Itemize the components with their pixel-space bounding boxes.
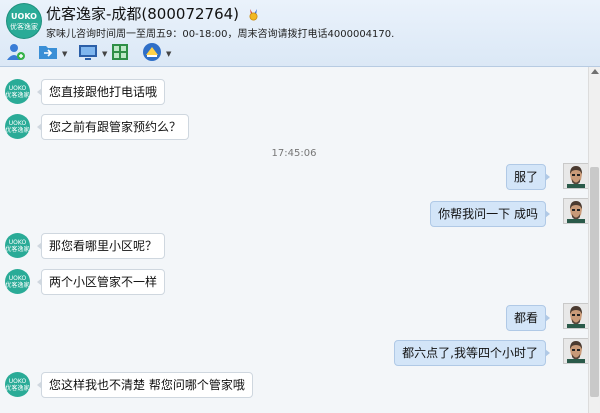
chevron-down-icon[interactable]: ▼: [166, 50, 171, 58]
user-avatar[interactable]: [563, 163, 588, 189]
agent-avatar[interactable]: UOKO 优客逸家: [5, 269, 30, 294]
screen-icon: [79, 45, 97, 60]
logo-text-main: UOKO: [11, 12, 37, 21]
chevron-down-icon[interactable]: ▼: [62, 50, 67, 58]
agent-avatar[interactable]: UOKO 优客逸家: [5, 372, 30, 397]
message-timestamp: 17:45:06: [271, 148, 317, 159]
send-file-button[interactable]: [38, 42, 58, 62]
avatar-label: UOKO 优客逸家: [5, 378, 30, 392]
folder-icon: [39, 46, 57, 59]
avatar-label: UOKO 优客逸家: [5, 120, 30, 134]
message-bubble-left: 您之前有跟管家预约么？: [36, 114, 190, 140]
agent-avatar[interactable]: UOKO 优客逸家: [5, 79, 30, 104]
message-bubble-right: 你帮我问一下 成吗: [430, 201, 550, 227]
profile-icon: [143, 43, 161, 61]
medal-icon: [249, 9, 258, 21]
avatar-label: UOKO 优客逸家: [5, 275, 30, 289]
message-list[interactable]: UOKO 优客逸家 您直接跟他打电话哦 UOKO 优客逸家 您之前有跟管家预约么…: [0, 67, 588, 413]
contact-logo[interactable]: UOKO 优客逸家: [7, 4, 41, 38]
agent-avatar[interactable]: UOKO 优客逸家: [5, 114, 30, 139]
user-avatar-image: [564, 199, 588, 223]
message-bubble-left: 您这样我也不清楚 帮您问哪个管家哦: [37, 372, 253, 398]
message-bubble-left: 那您看哪里小区呢？: [36, 233, 166, 259]
user-avatar[interactable]: [563, 338, 588, 364]
message-bubble-right: 都看: [505, 305, 551, 331]
user-avatar-image: [564, 304, 588, 328]
message-bubble-left: 两个小区管家不一样: [36, 269, 166, 295]
agent-avatar[interactable]: UOKO 优客逸家: [5, 233, 30, 258]
user-avatar-image: [564, 339, 588, 363]
profile-button[interactable]: [142, 42, 162, 62]
user-avatar[interactable]: [563, 198, 588, 224]
message-bubble-right: 都六点了,我等四个小时了: [394, 340, 550, 366]
screen-share-button[interactable]: [78, 42, 98, 62]
user-avatar-image: [564, 164, 588, 188]
message-bubble-left: 您直接跟他打电话哦: [36, 79, 166, 105]
service-hours-notice: 家味儿咨询时间周一至周五9：00-18:00，周末咨询请拨打电话40000041…: [46, 29, 395, 40]
apps-grid-icon: [112, 44, 128, 60]
message-bubble-right: 服了: [505, 164, 551, 190]
contact-title-text: 优客逸家-成都(800072764): [46, 5, 240, 23]
add-contact-button[interactable]: [6, 42, 26, 62]
scroll-up-arrow-icon[interactable]: [591, 69, 599, 74]
user-avatar[interactable]: [563, 303, 588, 329]
add-contact-icon: [7, 44, 25, 60]
logo-text-sub: 优客逸家: [10, 23, 38, 31]
avatar-label: UOKO 优客逸家: [5, 239, 30, 253]
avatar-label: UOKO 优客逸家: [5, 85, 30, 99]
chevron-down-icon[interactable]: ▼: [102, 50, 107, 58]
chat-scrollbar[interactable]: [588, 67, 600, 413]
scrollbar-thumb[interactable]: [590, 167, 599, 397]
contact-title: 优客逸家-成都(800072764): [46, 3, 260, 24]
chat-header: UOKO 优客逸家 优客逸家-成都(800072764) 家味儿咨询时间周一至周…: [0, 0, 600, 67]
apps-button[interactable]: [110, 42, 130, 62]
